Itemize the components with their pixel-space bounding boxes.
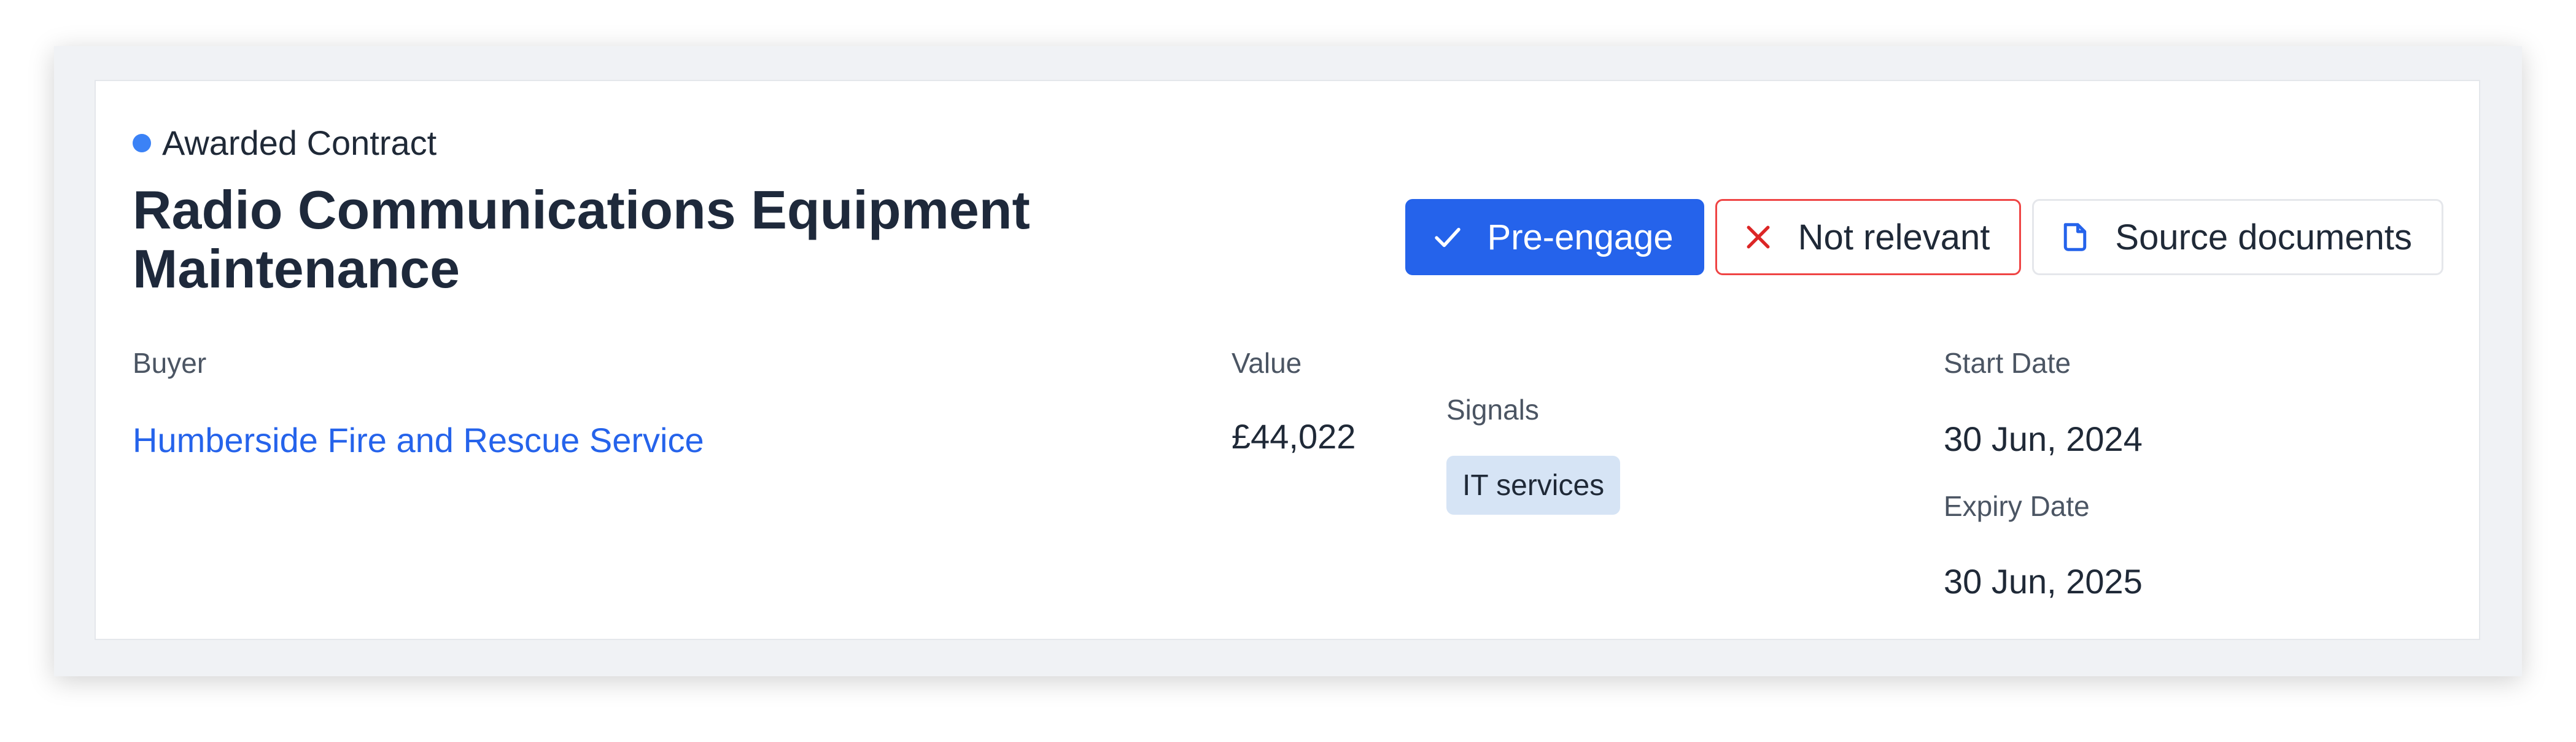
source-documents-label: Source documents [2115, 217, 2412, 257]
status-dot-icon [133, 133, 151, 152]
action-buttons: Pre-engage Not relevant Source documents [1405, 199, 2443, 275]
contract-card: Awarded Contract Radio Communications Eq… [95, 80, 2480, 640]
contract-title: Radio Communications Equipment Maintenan… [133, 179, 1030, 299]
check-icon [1431, 221, 1464, 254]
start-date-value: 30 Jun, 2024 [1944, 420, 2143, 458]
signal-chip: IT services [1446, 456, 1621, 515]
signals-label: Signals [1446, 394, 1539, 426]
close-icon [1742, 221, 1775, 254]
status-label: Awarded Contract [162, 123, 437, 162]
preengage-label: Pre-engage [1487, 217, 1674, 257]
value-label: Value [1232, 347, 1302, 379]
source-documents-button[interactable]: Source documents [2032, 199, 2443, 275]
start-date-label: Start Date [1944, 347, 2071, 379]
not-relevant-label: Not relevant [1798, 217, 1990, 257]
expiry-date-value: 30 Jun, 2025 [1944, 562, 2143, 601]
buyer-label: Buyer [133, 347, 207, 379]
preengage-button[interactable]: Pre-engage [1405, 199, 1704, 275]
not-relevant-button[interactable]: Not relevant [1715, 199, 2022, 275]
value-amount: £44,022 [1232, 417, 1356, 456]
card-container: Awarded Contract Radio Communications Eq… [54, 46, 2522, 676]
status-indicator: Awarded Contract [133, 123, 436, 163]
expiry-date-label: Expiry Date [1944, 490, 2090, 522]
buyer-link[interactable]: Humberside Fire and Rescue Service [133, 420, 704, 460]
document-icon [2058, 221, 2092, 254]
